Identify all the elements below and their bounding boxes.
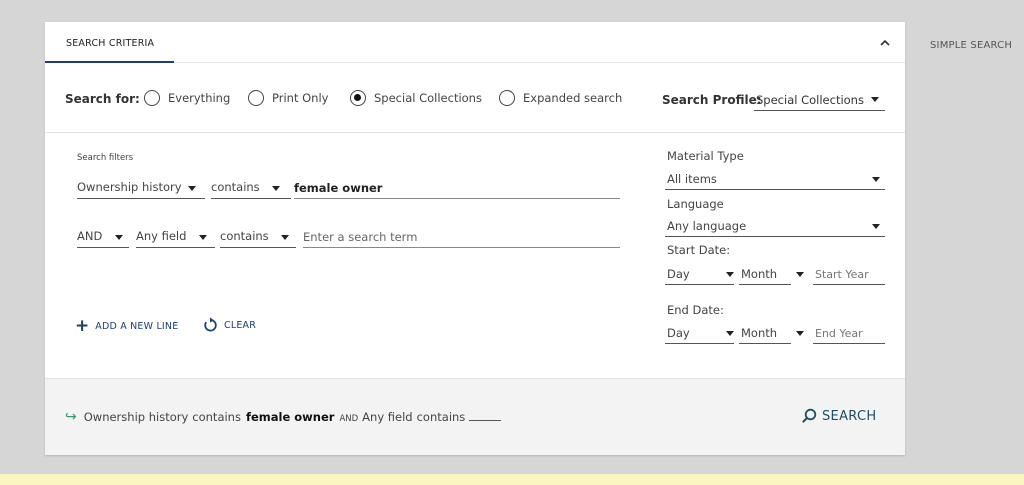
- notification-strip: [0, 474, 1024, 485]
- caret-down-icon: [796, 331, 804, 336]
- caret-down-icon: [871, 97, 879, 102]
- field-select-1[interactable]: Ownership history: [77, 177, 205, 199]
- caret-down-icon: [199, 235, 207, 240]
- caret-down-icon: [188, 186, 196, 191]
- refresh-icon: [204, 317, 217, 332]
- radio-circle[interactable]: [144, 90, 160, 106]
- radio-label: Expanded search: [523, 91, 623, 105]
- summary-value-1: female owner: [245, 410, 335, 424]
- end-day-select[interactable]: Day: [665, 323, 734, 344]
- operator-select-2[interactable]: AND: [77, 226, 129, 248]
- caret-down-icon: [872, 177, 880, 182]
- caret-down-icon: [872, 224, 880, 229]
- caret-down-icon: [726, 331, 734, 336]
- radio-everything[interactable]: Everything: [144, 90, 230, 106]
- radio-label: Print Only: [272, 91, 329, 105]
- simple-search-link[interactable]: SIMPLE SEARCH: [930, 40, 1012, 51]
- collapse-button[interactable]: [875, 33, 895, 53]
- radio-special-collections[interactable]: Special Collections: [350, 90, 482, 106]
- language-select[interactable]: Any language: [665, 216, 885, 237]
- condition-select-value: contains: [220, 229, 269, 243]
- search-for-label: Search for:: [65, 92, 140, 106]
- end-month-value: Month: [741, 326, 778, 340]
- query-summary: ↪ Ownership history contains female owne…: [65, 409, 502, 425]
- material-type-label: Material Type: [667, 149, 744, 163]
- clear-button[interactable]: CLEAR: [202, 317, 256, 333]
- caret-down-icon: [281, 235, 289, 240]
- condition-select-1[interactable]: contains: [211, 177, 291, 199]
- summary-operator: AND: [339, 414, 359, 424]
- search-button-label: SEARCH: [822, 408, 877, 424]
- search-profile-label: Search Profile:: [662, 93, 762, 107]
- caret-down-icon: [115, 235, 123, 240]
- radio-expanded-search[interactable]: Expanded search: [499, 90, 622, 106]
- radio-circle[interactable]: [499, 90, 515, 106]
- chevron-up-icon: [880, 39, 890, 46]
- add-new-line-button[interactable]: + ADD A NEW LINE: [75, 318, 178, 335]
- radio-print-only[interactable]: Print Only: [248, 90, 328, 106]
- caret-down-icon: [796, 272, 804, 277]
- clear-label: CLEAR: [224, 319, 257, 331]
- summary-cond-1: contains: [192, 410, 241, 424]
- tab-search-criteria-label: SEARCH CRITERIA: [66, 38, 155, 49]
- summary-field-1: Ownership history: [83, 410, 189, 424]
- condition-select-value: contains: [211, 180, 260, 194]
- search-term-input-1[interactable]: [294, 177, 620, 199]
- plus-icon: +: [75, 316, 90, 336]
- arrow-right-icon: ↪: [65, 409, 77, 425]
- language-label: Language: [667, 197, 724, 211]
- summary-field-2: Any field: [362, 410, 413, 424]
- start-day-value: Day: [667, 267, 690, 281]
- material-type-value: All items: [667, 172, 717, 186]
- search-profile-select[interactable]: Special Collections: [754, 87, 885, 111]
- radio-circle-checked[interactable]: [350, 90, 366, 106]
- radio-circle[interactable]: [248, 90, 264, 106]
- start-day-select[interactable]: Day: [665, 264, 734, 285]
- field-select-value: Any field: [136, 229, 187, 243]
- search-for-row: Search for: Everything Print Only Specia…: [45, 63, 905, 133]
- field-select-2[interactable]: Any field: [136, 226, 215, 248]
- field-select-value: Ownership history: [77, 180, 182, 194]
- search-filters-title: Search filters: [77, 153, 134, 163]
- query-summary-bar: ↪ Ownership history contains female owne…: [45, 378, 905, 455]
- search-icon: [802, 408, 817, 423]
- summary-empty-term: [469, 420, 502, 421]
- add-new-line-label: ADD A NEW LINE: [95, 321, 179, 332]
- start-date-label: Start Date:: [667, 243, 731, 257]
- search-button[interactable]: SEARCH: [801, 408, 876, 424]
- search-filters-area: Search filters Ownership history contain…: [45, 133, 905, 378]
- end-month-select[interactable]: Month: [739, 323, 804, 344]
- caret-down-icon: [272, 186, 280, 191]
- search-term-input-2[interactable]: [303, 226, 620, 248]
- end-date-label: End Date:: [667, 303, 724, 317]
- operator-select-value: AND: [77, 229, 103, 243]
- search-profile-value: Special Collections: [756, 93, 864, 107]
- end-day-value: Day: [667, 326, 690, 340]
- start-month-value: Month: [741, 267, 778, 281]
- radio-label: Special Collections: [374, 91, 482, 105]
- radio-label: Everything: [168, 91, 231, 105]
- panel-header: SEARCH CRITERIA: [45, 22, 905, 63]
- start-year-input[interactable]: [813, 264, 885, 285]
- material-type-select[interactable]: All items: [665, 169, 885, 190]
- end-year-input[interactable]: [813, 323, 885, 344]
- tab-search-criteria[interactable]: SEARCH CRITERIA: [45, 22, 174, 63]
- search-criteria-panel: SEARCH CRITERIA Search for: Everything P…: [45, 22, 905, 455]
- start-month-select[interactable]: Month: [739, 264, 804, 285]
- summary-cond-2: contains: [416, 410, 466, 424]
- language-value: Any language: [667, 219, 747, 233]
- condition-select-2[interactable]: contains: [220, 226, 296, 248]
- caret-down-icon: [726, 272, 734, 277]
